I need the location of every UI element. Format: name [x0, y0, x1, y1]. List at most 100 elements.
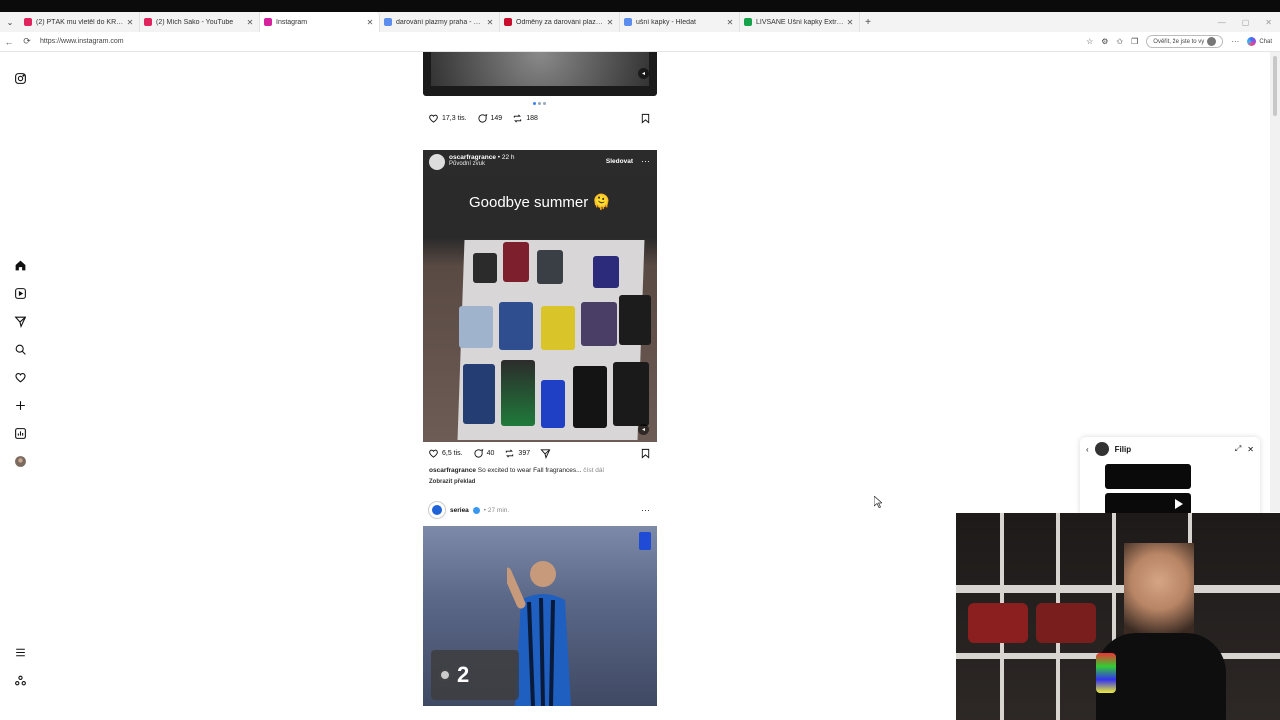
post-image-detail	[541, 380, 565, 428]
bookmark-icon[interactable]	[640, 448, 651, 459]
post-username[interactable]: oscarfragrance	[449, 154, 496, 161]
caption-username[interactable]: oscarfragrance	[429, 467, 476, 474]
post-image	[431, 52, 649, 86]
like-button[interactable]: 17,3 tis.	[428, 113, 467, 124]
url-field[interactable]: https://www.instagram.com	[40, 38, 1086, 45]
more-options-icon[interactable]: ···	[641, 505, 650, 515]
heart-icon	[429, 114, 438, 123]
minimize-icon[interactable]: —	[1218, 18, 1226, 27]
close-tab-icon[interactable]: ✕	[245, 18, 255, 27]
copilot-chat-button[interactable]: Chat	[1247, 37, 1272, 46]
post-actions: 6,5 tis. 40 397	[428, 448, 561, 459]
browser-tab[interactable]: ušní kapky - Hledat ✕	[620, 12, 740, 32]
post-media[interactable]: ◂	[423, 52, 657, 96]
post-media[interactable]: 2	[423, 526, 657, 706]
browser-tab[interactable]: Instagram ✕	[260, 12, 380, 32]
repost-button[interactable]: 188	[512, 113, 538, 124]
os-title-bar	[0, 0, 1280, 12]
profile-signin-button[interactable]: Ověřit, že jste to vy	[1146, 35, 1224, 48]
extension-icon[interactable]: ⚙	[1101, 37, 1108, 46]
close-icon[interactable]: ✕	[1247, 445, 1254, 454]
post-image-detail	[499, 302, 533, 350]
search-icon[interactable]	[12, 341, 28, 357]
post-image-detail	[463, 364, 495, 424]
read-more-link[interactable]: číst dál	[583, 467, 604, 474]
avatar[interactable]	[1094, 442, 1109, 456]
close-window-icon[interactable]: ✕	[1265, 18, 1272, 27]
chat-contact-name[interactable]: Filip	[1115, 445, 1229, 454]
scrollbar-thumb[interactable]	[1273, 56, 1277, 116]
repost-count: 397	[518, 450, 531, 457]
favorite-star-icon[interactable]: ☆	[1086, 37, 1093, 46]
mute-icon[interactable]: ◂	[638, 424, 649, 435]
post-header: oscarfragrance • 22 h Původní zvuk	[429, 154, 515, 170]
verified-badge-icon	[472, 506, 480, 514]
chat-message[interactable]	[1105, 464, 1191, 489]
chevron-left-icon[interactable]: ‹	[1086, 445, 1089, 454]
post-image-detail	[581, 302, 617, 346]
direct-message-icon[interactable]	[12, 313, 28, 329]
club-logo-icon	[439, 669, 451, 681]
comment-button[interactable]: 40	[473, 448, 495, 459]
repost-count: 188	[526, 115, 538, 122]
repost-button[interactable]: 397	[504, 448, 530, 459]
menu-icon[interactable]	[12, 644, 28, 660]
reels-icon[interactable]	[12, 285, 28, 301]
follow-button[interactable]: Sledovat	[606, 158, 633, 165]
post-media[interactable]: oscarfragrance • 22 h Původní zvuk Sledo…	[423, 150, 657, 442]
post-image-detail	[541, 306, 575, 350]
translate-link[interactable]: Zobrazit překlad	[429, 479, 475, 485]
chat-video-message[interactable]	[1105, 493, 1191, 515]
collections-icon[interactable]: ❐	[1131, 37, 1138, 46]
expand-icon[interactable]: ⤢	[1235, 444, 1241, 454]
post-username[interactable]: seriea	[450, 507, 469, 514]
heart-icon[interactable]	[12, 369, 28, 385]
post-image-detail	[619, 295, 651, 345]
chat-popup[interactable]: ‹ Filip ⤢ ✕	[1080, 437, 1260, 515]
favorites-icon[interactable]: ✩	[1116, 37, 1123, 46]
close-tab-icon[interactable]: ✕	[845, 18, 855, 27]
reload-button[interactable]: ⟳	[18, 36, 36, 47]
instagram-logo-icon[interactable]	[12, 70, 28, 86]
mute-icon[interactable]: ◂	[638, 68, 649, 79]
browser-tab[interactable]: LIVSANE Ušní kapky Extra silné 12✕	[740, 12, 860, 32]
post-image-detail	[501, 360, 535, 426]
new-tab-button[interactable]: +	[860, 17, 876, 28]
avatar[interactable]	[428, 501, 446, 519]
back-button[interactable]: ←	[0, 37, 18, 47]
maximize-icon[interactable]: ▢	[1242, 18, 1250, 27]
browser-tab[interactable]: Odměny za darování plazmy – Va✕	[500, 12, 620, 32]
dashboard-icon[interactable]	[12, 425, 28, 441]
page-scrollbar[interactable]	[1270, 52, 1280, 512]
more-options-icon[interactable]: ···	[641, 156, 650, 166]
post-image-detail	[593, 256, 619, 288]
tab-favicon-icon	[624, 18, 632, 26]
avatar[interactable]	[429, 154, 445, 170]
browser-tab[interactable]: (2) PTÁK mu vletěl do KRBU přes t✕	[20, 12, 140, 32]
like-button[interactable]: 6,5 tis.	[428, 448, 463, 459]
create-icon[interactable]	[12, 397, 28, 413]
close-tab-icon[interactable]: ✕	[725, 18, 735, 27]
share-button[interactable]	[540, 448, 551, 459]
score-value: 2	[457, 662, 470, 687]
tab-favicon-icon	[384, 18, 392, 26]
comment-count: 40	[486, 450, 495, 457]
post-audio-label[interactable]: Původní zvuk	[449, 161, 515, 167]
profile-avatar-icon[interactable]	[12, 453, 28, 469]
share-icon	[540, 449, 551, 459]
home-icon[interactable]	[12, 257, 28, 273]
close-tab-icon[interactable]: ✕	[125, 18, 135, 27]
tab-favicon-icon	[744, 18, 752, 26]
threads-icon[interactable]	[12, 672, 28, 688]
comment-button[interactable]: 149	[477, 113, 502, 124]
browser-tab[interactable]: (2) Mích Šako - YouTube ✕	[140, 12, 260, 32]
post-image-detail	[537, 250, 563, 284]
close-tab-icon[interactable]: ✕	[605, 18, 615, 27]
browser-tab[interactable]: darování plazmy praha - Hledat ✕	[380, 12, 500, 32]
more-options-icon[interactable]: ···	[1231, 37, 1239, 46]
close-tab-icon[interactable]: ✕	[365, 18, 375, 27]
close-tab-icon[interactable]: ✕	[485, 18, 495, 27]
bookmark-icon[interactable]	[640, 113, 651, 124]
repost-icon	[514, 114, 522, 123]
tab-actions-menu-icon[interactable]: ⌄	[0, 18, 20, 27]
